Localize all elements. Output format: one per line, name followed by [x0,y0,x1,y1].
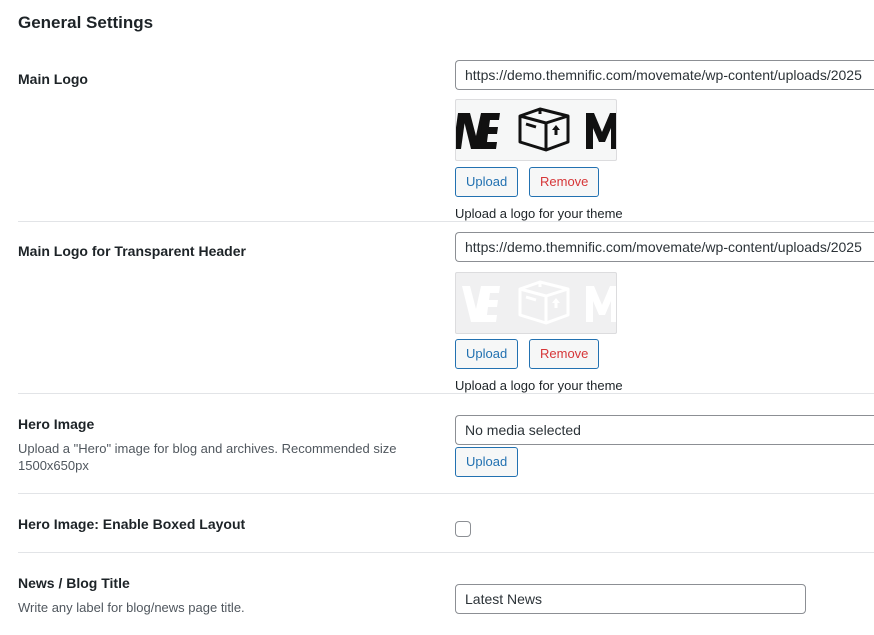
main-logo-remove-button[interactable]: Remove [529,167,600,197]
main-logo-help: Upload a logo for your theme [455,206,623,221]
main-logo-row: Main Logo https://demo.themnific.com/mov… [18,56,874,222]
hero-image-description: Upload a "Hero" image for blog and archi… [18,441,397,473]
transparent-logo-preview [455,272,617,334]
transparent-logo-remove-button[interactable]: Remove [529,339,600,369]
logo-image-light [462,280,616,325]
general-settings-page: General Settings Main Logo https://demo.… [0,0,874,635]
hero-image-label: Hero Image [18,416,95,432]
hero-image-row: Hero Image Upload a "Hero" image for blo… [18,394,874,494]
blog-title-label: News / Blog Title [18,575,130,591]
hero-image-upload-button[interactable]: Upload [455,447,519,477]
main-logo-url-input[interactable]: https://demo.themnific.com/movemate/wp-c… [455,60,874,90]
hero-boxed-label: Hero Image: Enable Boxed Layout [18,516,246,532]
transparent-logo-help: Upload a logo for your theme [455,378,623,393]
transparent-logo-upload-button[interactable]: Upload [455,339,519,369]
hero-image-input[interactable]: No media selected [455,415,874,445]
transparent-logo-label: Main Logo for Transparent Header [18,243,246,259]
hero-boxed-checkbox[interactable] [455,521,471,537]
main-logo-preview [455,99,617,161]
hero-boxed-row: Hero Image: Enable Boxed Layout [18,494,874,553]
main-logo-label: Main Logo [18,71,88,87]
section-title: General Settings [18,13,154,32]
transparent-logo-row: Main Logo for Transparent Header https:/… [18,222,874,394]
blog-title-description: Write any label for blog/news page title… [18,600,245,615]
transparent-logo-url-input[interactable]: https://demo.themnific.com/movemate/wp-c… [455,232,874,262]
blog-title-input[interactable]: Latest News [455,584,806,614]
blog-title-row: News / Blog Title Write any label for bl… [18,553,874,635]
logo-image-dark [456,107,616,152]
main-logo-upload-button[interactable]: Upload [455,167,519,197]
